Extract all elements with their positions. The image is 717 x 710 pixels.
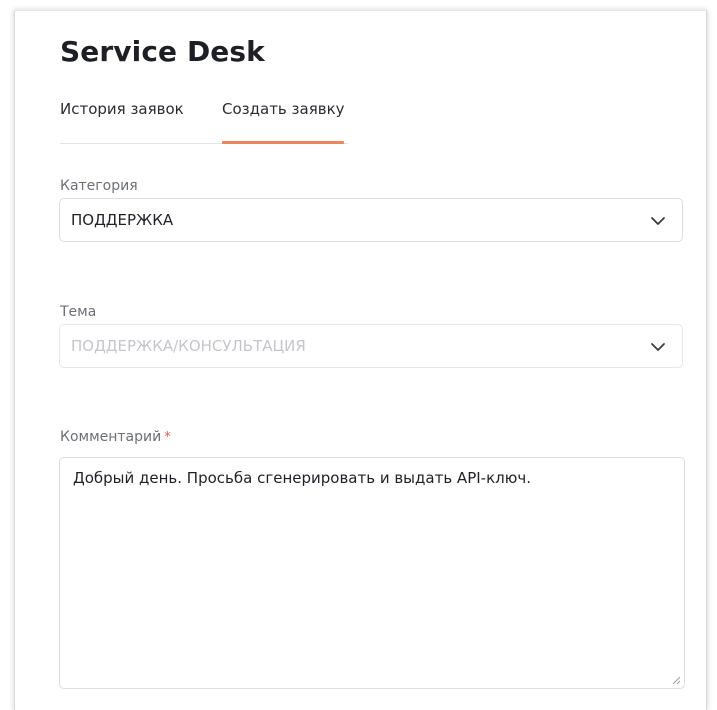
comment-label: Комментарий * <box>60 429 171 445</box>
category-select-value: ПОДДЕРЖКА <box>71 211 174 229</box>
comment-label-text: Комментарий <box>60 429 162 445</box>
comment-text: Добрый день. Просьба сгенерировать и выд… <box>73 469 531 487</box>
resize-grip-icon[interactable] <box>671 675 681 685</box>
tab-bar: История заявок Создать заявку <box>60 97 348 144</box>
theme-select-value: ПОДДЕРЖКА/КОНСУЛЬТАЦИЯ <box>71 337 306 355</box>
comment-textarea[interactable]: Добрый день. Просьба сгенерировать и выд… <box>59 457 685 689</box>
required-mark: * <box>164 430 171 445</box>
page-title: Service Desk <box>60 35 265 68</box>
tab-request-history[interactable]: История заявок <box>60 100 184 118</box>
active-tab-indicator <box>222 141 344 144</box>
theme-label: Тема <box>60 304 97 320</box>
category-select[interactable]: ПОДДЕРЖКА <box>59 198 683 242</box>
theme-select[interactable]: ПОДДЕРЖКА/КОНСУЛЬТАЦИЯ <box>59 324 683 368</box>
category-label: Категория <box>60 178 138 194</box>
chevron-down-icon[interactable] <box>649 212 667 230</box>
tab-create-request[interactable]: Создать заявку <box>222 100 345 118</box>
chevron-down-icon[interactable] <box>649 338 667 356</box>
service-desk-panel: Service Desk История заявок Создать заяв… <box>14 10 707 710</box>
